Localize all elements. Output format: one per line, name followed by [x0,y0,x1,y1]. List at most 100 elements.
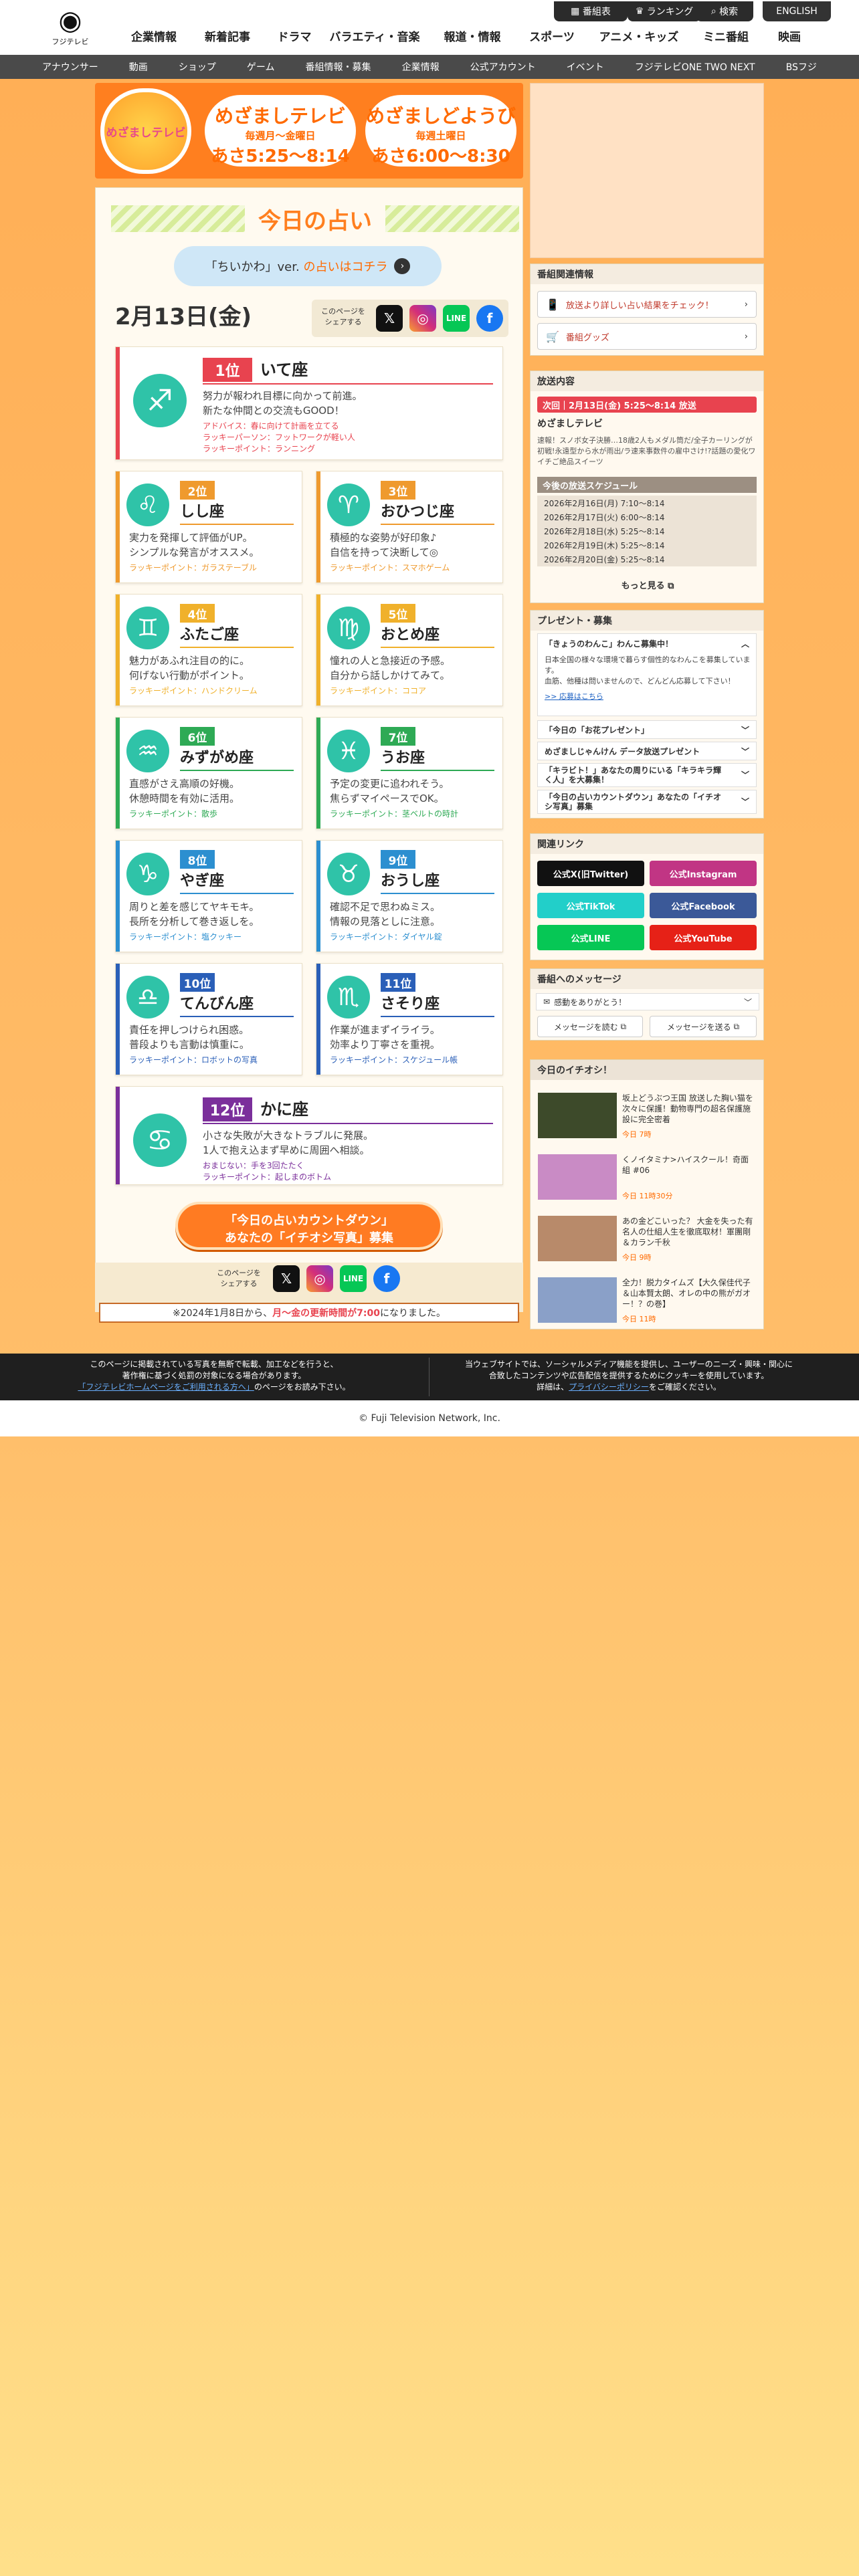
x-share-icon[interactable]: 𝕏 [376,305,403,332]
lucky-info: おまじない：手を3回たたく ラッキーポイント：起しまのボトム [203,1161,332,1182]
rank-color-bar [316,964,320,1075]
line-share-icon[interactable]: LINE [443,305,470,332]
message-box: 番組へのメッセージ ✉ 感動をありがとう！ ﹀ メッセージを読む ⧉ メッセージを送… [530,968,764,1041]
rank-color-bar [116,347,120,459]
subnav-item[interactable]: アナウンサー [42,60,98,74]
chiikawa-uranai-link[interactable]: 「ちいかわ」ver. の占いはコチラ › [174,246,442,286]
sns-link-button[interactable]: 公式YouTube [650,925,757,950]
nav-corporate[interactable]: 企業情報 [120,27,187,44]
nav-news[interactable]: 新着記事 [194,27,261,44]
sign-name: しし座 [180,504,225,520]
read-messages-button[interactable]: メッセージを読む ⧉ [537,1016,643,1037]
chevron-down-icon: ﹀ [741,797,749,807]
present-accordion-item[interactable]: めざましじゃんけん データ放送プレゼント ﹀ [537,742,757,760]
ranking-button[interactable]: ♛ ランキング [628,1,701,21]
send-message-button[interactable]: メッセージを送る ⧉ [650,1016,757,1037]
x-share-icon[interactable]: 𝕏 [273,1265,300,1292]
nav-mini[interactable]: ミニ番組 [696,27,756,44]
nav-news-info[interactable]: 報道・情報 [439,27,506,44]
rank-badge: 1位 [203,358,252,382]
present-accordion-open[interactable]: 「きょうのわんこ」わんこ募集中！ ︿ 日本全国の様々な環境で暮らす個性的なわんこを… [537,633,757,716]
subnav-item[interactable]: ショップ [179,60,216,74]
broadcast-box: 放送内容 次回｜2月13日(金) 5:25〜8:14 放送 めざましテレビ 速報… [530,370,764,603]
news-title: くノイタミナ>ハイスクール！奇面組 #06 [622,1155,749,1175]
fujitv-logo[interactable]: ◉ フジテレビ [47,5,94,49]
rank-badge: 12位 [203,1097,252,1121]
lucky-info: ラッキーポイント：茎ベルトの時計 [330,809,459,819]
news-item[interactable]: あの金どこいった？ 大金を失った有名人の仕組人生を徹底取材！軍團剛＆カラン千秋 … [534,1213,759,1267]
facebook-share-icon[interactable]: f [476,305,503,332]
zodiac-symbol-icon: ♏ [327,976,370,1018]
nav-variety[interactable]: バラエティ・音楽 [328,27,421,44]
detailed-result-button[interactable]: 📱 放送より詳しい占い結果をチェック！ › [537,291,757,318]
subnav-item[interactable]: イベント [567,60,604,74]
subnav-item[interactable]: 動画 [129,60,148,74]
nav-movie[interactable]: 映画 [763,27,816,44]
present-accordion-item[interactable]: 「今日の「お花プレゼント」 ﹀ [537,720,757,739]
privacy-policy-link[interactable]: プライバシーポリシー [569,1382,649,1392]
subnav-item[interactable]: ゲーム [247,60,275,74]
more-link[interactable]: もっと見る ⧉ [531,578,765,591]
english-button[interactable]: ENGLISH [763,1,831,21]
sns-link-button[interactable]: 公式Facebook [650,893,757,918]
subnav-item[interactable]: 企業情報 [402,60,440,74]
line-share-icon[interactable]: LINE [340,1265,367,1292]
horoscope-card: ♎ 10位 てんびん座 責任を押しつけられ困惑。 普段よりも言動は慎重に。 ラッキーポイン… [115,963,302,1075]
present-accordion-item[interactable]: 「今日の占いカウントダウン」あなたの「イチオシ写真」募集 ﹀ [537,790,757,814]
broadcast-summary: 速報！スノボ女子決勝…18歳2人もメダル筒だ/全子カーリングが初戦!永遠型から水… [537,436,756,466]
zodiac-symbol-icon: ♑ [126,853,169,895]
news-thumbnail [538,1216,617,1261]
subnav-item[interactable]: BSフジ [786,60,817,74]
news-item[interactable]: 全力！脱力タイムズ【大久保佳代子＆山本賢太朗、オレの中の熊がガオー！？の巻】 今… [534,1275,759,1328]
program-guide-button[interactable]: ▦ 番組表 [554,1,628,21]
sign-name: てんびん座 [180,996,254,1012]
message-select[interactable]: ✉ 感動をありがとう！ ﹀ [536,993,759,1010]
goods-button[interactable]: 🛒 番組グッズ › [537,323,757,350]
search-button[interactable]: ⌕ 検索 [696,1,753,21]
chevron-down-icon: ﹀ [743,997,752,1007]
schedule-item: 2026年2月16日(月) 7:10〜8:14 [544,499,665,508]
nav-anime[interactable]: アニメ・キッズ [595,27,682,44]
rank-color-bar [316,718,320,829]
horoscope-card: ♑ 8位 やぎ座 周りと差を感じてヤキモキ。 長所を分析して巻き返しを。 ラッキーポイント… [115,840,302,952]
instagram-share-icon[interactable]: ◎ [306,1265,333,1292]
subnav-item[interactable]: 公式アカウント [470,60,536,74]
news-item[interactable]: くノイタミナ>ハイスクール！奇面組 #06 今日 11時30分 [534,1152,759,1205]
facebook-share-icon[interactable]: f [373,1265,400,1292]
program-banner[interactable]: めざましテレビ めざましテレビ 毎週月～金曜日 あさ5:25〜8:14 めざまし… [95,83,523,179]
mezamashi-logo: めざましテレビ [100,88,191,174]
rank-color-bar [316,595,320,706]
horoscope-card: ♐ 1位 いて座 努力が報われ目標に向かって前進。 新たな仲間との交流もGOOD！ アドバ… [115,346,503,460]
present-accordion-item[interactable]: 「キラビト！」あなたの周りにいる「キラキラ輝く人」を大募集！ ﹀ [537,763,757,787]
terms-link[interactable]: 「フジテレビホームページをご利用される方へ」 [78,1382,254,1392]
external-icon: ⧉ [620,1021,627,1031]
subnav-item[interactable]: フジテレビONE TWO NEXT [635,60,755,74]
fortune-text: 魅力があふれ注目の的に。 何げない行動がポイント。 [129,655,250,681]
top-header: ◉ フジテレビ ▦ 番組表 ♛ ランキング ⌕ 検索 ENGLISH 企業情報 … [0,0,859,55]
nav-drama[interactable]: ドラマ [268,27,321,44]
sns-link-button[interactable]: 公式X(旧Twitter) [537,861,644,886]
uranai-heading: 今日の占い [111,203,519,235]
zodiac-symbol-icon: ♍ [327,607,370,649]
underline [381,770,494,771]
nav-sports[interactable]: スポーツ [522,27,582,44]
sns-link-button[interactable]: 公式LINE [537,925,644,950]
subnav-item[interactable]: 番組情報・募集 [306,60,371,74]
rank-color-bar [116,841,120,952]
news-item[interactable]: 坂上どうぶつ王国 放送した胸い猫を次々に保護！動物専門の超名保護施設に完全密着 … [534,1090,759,1144]
schedule-item: 2026年2月20日(金) 5:25〜8:14 [544,555,665,564]
sns-link-button[interactable]: 公式Instagram [650,861,757,886]
horoscope-card: ♍ 5位 おとめ座 憧れの人と急接近の予感。 自分から話しかけてみて。 ラッキーポイント：… [316,594,503,706]
horoscope-card: ♊ 4位 ふたご座 魅力があふれ注目の的に。 何げない行動がポイント。 ラッキーポイント：… [115,594,302,706]
apply-link[interactable]: >> 応募はこちら [545,691,603,702]
news-date: 今日 11時 [622,1315,656,1323]
rank-color-bar [116,964,120,1075]
logo-text: フジテレビ [52,37,89,46]
zodiac-symbol-icon: ♎ [126,976,169,1018]
rank-color-bar [116,595,120,706]
lucky-info: ラッキーポイント：塩クッキー [129,932,242,942]
sns-link-button[interactable]: 公式TikTok [537,893,644,918]
instagram-share-icon[interactable]: ◎ [409,305,436,332]
fortune-text: 努力が報われ目標に向かって前進。 新たな仲間との交流もGOOD！ [203,390,363,417]
countdown-photo-button[interactable]: 「今日の占いカウントダウン」 あなたの「イチオシ写真」募集 [175,1202,443,1250]
